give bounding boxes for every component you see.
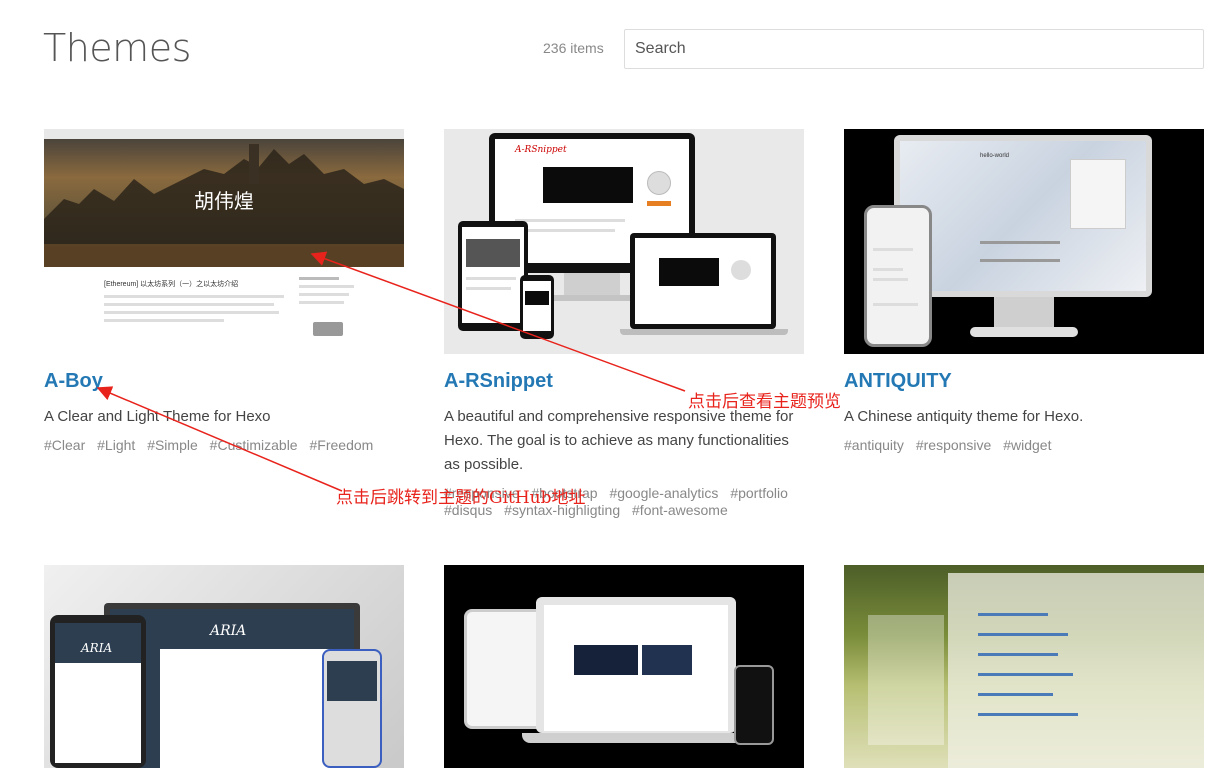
theme-preview-5[interactable] — [444, 565, 804, 768]
browser-bar — [44, 129, 404, 139]
preview-tablet — [458, 221, 528, 331]
theme-card-antiquity: hello-world ANTIQUITY A Chinese antiquit… — [844, 129, 1204, 454]
theme-tag[interactable]: #antiquity — [844, 437, 904, 453]
theme-card-aria: ARIA ARIA — [44, 565, 404, 768]
theme-tag[interactable]: #responsive — [916, 437, 992, 453]
theme-tag[interactable]: #Light — [97, 437, 135, 453]
theme-tag[interactable]: #portfolio — [730, 485, 788, 501]
preview-post-title: [Ethereum] 以太坊系列（一）之以太坊介绍 — [104, 281, 239, 288]
preview-hint-annotation: 点击后查看主题预览 — [688, 392, 841, 412]
page-title: Themes — [43, 26, 191, 70]
preview-post: [Ethereum] 以太坊系列（一）之以太坊介绍 — [104, 279, 284, 339]
theme-description: A Chinese antiquity theme for Hexo. — [844, 408, 1084, 425]
preview-phone — [520, 275, 554, 339]
preview-content-panel — [948, 573, 1204, 768]
item-count: 236 items — [543, 40, 604, 56]
preview-laptop — [630, 233, 776, 329]
theme-card-a-rsnippet: A-RSnippet A-RSnippet A beautiful and co… — [444, 129, 804, 519]
theme-preview-a-rsnippet[interactable]: A-RSnippet — [444, 129, 804, 354]
search-input[interactable] — [624, 29, 1204, 69]
theme-card-6 — [844, 565, 1204, 768]
preview-desktop-monitor: hello-world — [894, 135, 1152, 297]
theme-tag[interactable]: #google-analytics — [609, 485, 718, 501]
preview-tablet: ARIA — [50, 615, 146, 768]
preview-sidebar — [868, 615, 944, 745]
theme-tags: #antiquity #responsive #widget — [844, 437, 1204, 454]
theme-preview-aria[interactable]: ARIA ARIA — [44, 565, 404, 768]
preview-sidebar — [299, 277, 359, 347]
theme-preview-6[interactable] — [844, 565, 1204, 768]
preview-hero-text: 胡伟煌 — [194, 189, 254, 213]
theme-card-a-boy: 胡伟煌 [Ethereum] 以太坊系列（一）之以太坊介绍 A-Boy A Cl… — [44, 129, 404, 454]
preview-phone — [322, 649, 382, 768]
preview-hero-image: 胡伟煌 — [44, 129, 404, 267]
theme-tag[interactable]: #Freedom — [310, 437, 374, 453]
theme-tag[interactable]: #font-awesome — [632, 502, 728, 518]
theme-tag[interactable]: #Clear — [44, 437, 85, 453]
theme-tag[interactable]: #Custimizable — [210, 437, 298, 453]
preview-post-title: hello-world — [980, 153, 1010, 159]
theme-preview-antiquity[interactable]: hello-world — [844, 129, 1204, 354]
theme-tags: #Clear #Light #Simple #Custimizable #Fre… — [44, 437, 404, 454]
preview-post-area: [Ethereum] 以太坊系列（一）之以太坊介绍 — [44, 267, 404, 354]
theme-card-5 — [444, 565, 804, 768]
theme-name-link[interactable]: ANTIQUITY — [844, 369, 1204, 393]
preview-phone — [734, 665, 774, 745]
preview-logo: A-RSnippet — [515, 145, 567, 155]
theme-name-link[interactable]: A-Boy — [44, 369, 404, 393]
theme-preview-a-boy[interactable]: 胡伟煌 [Ethereum] 以太坊系列（一）之以太坊介绍 — [44, 129, 404, 354]
github-hint-annotation: 点击后跳转到主题的GitHub地址 — [336, 488, 586, 508]
preview-logo: ARIA — [210, 623, 247, 639]
theme-description: A Clear and Light Theme for Hexo — [44, 408, 271, 425]
preview-phone — [864, 205, 932, 347]
preview-laptop — [536, 597, 736, 733]
theme-tag[interactable]: #Simple — [147, 437, 198, 453]
theme-description: A beautiful and comprehensive responsive… — [444, 408, 794, 473]
theme-tag[interactable]: #widget — [1003, 437, 1051, 453]
